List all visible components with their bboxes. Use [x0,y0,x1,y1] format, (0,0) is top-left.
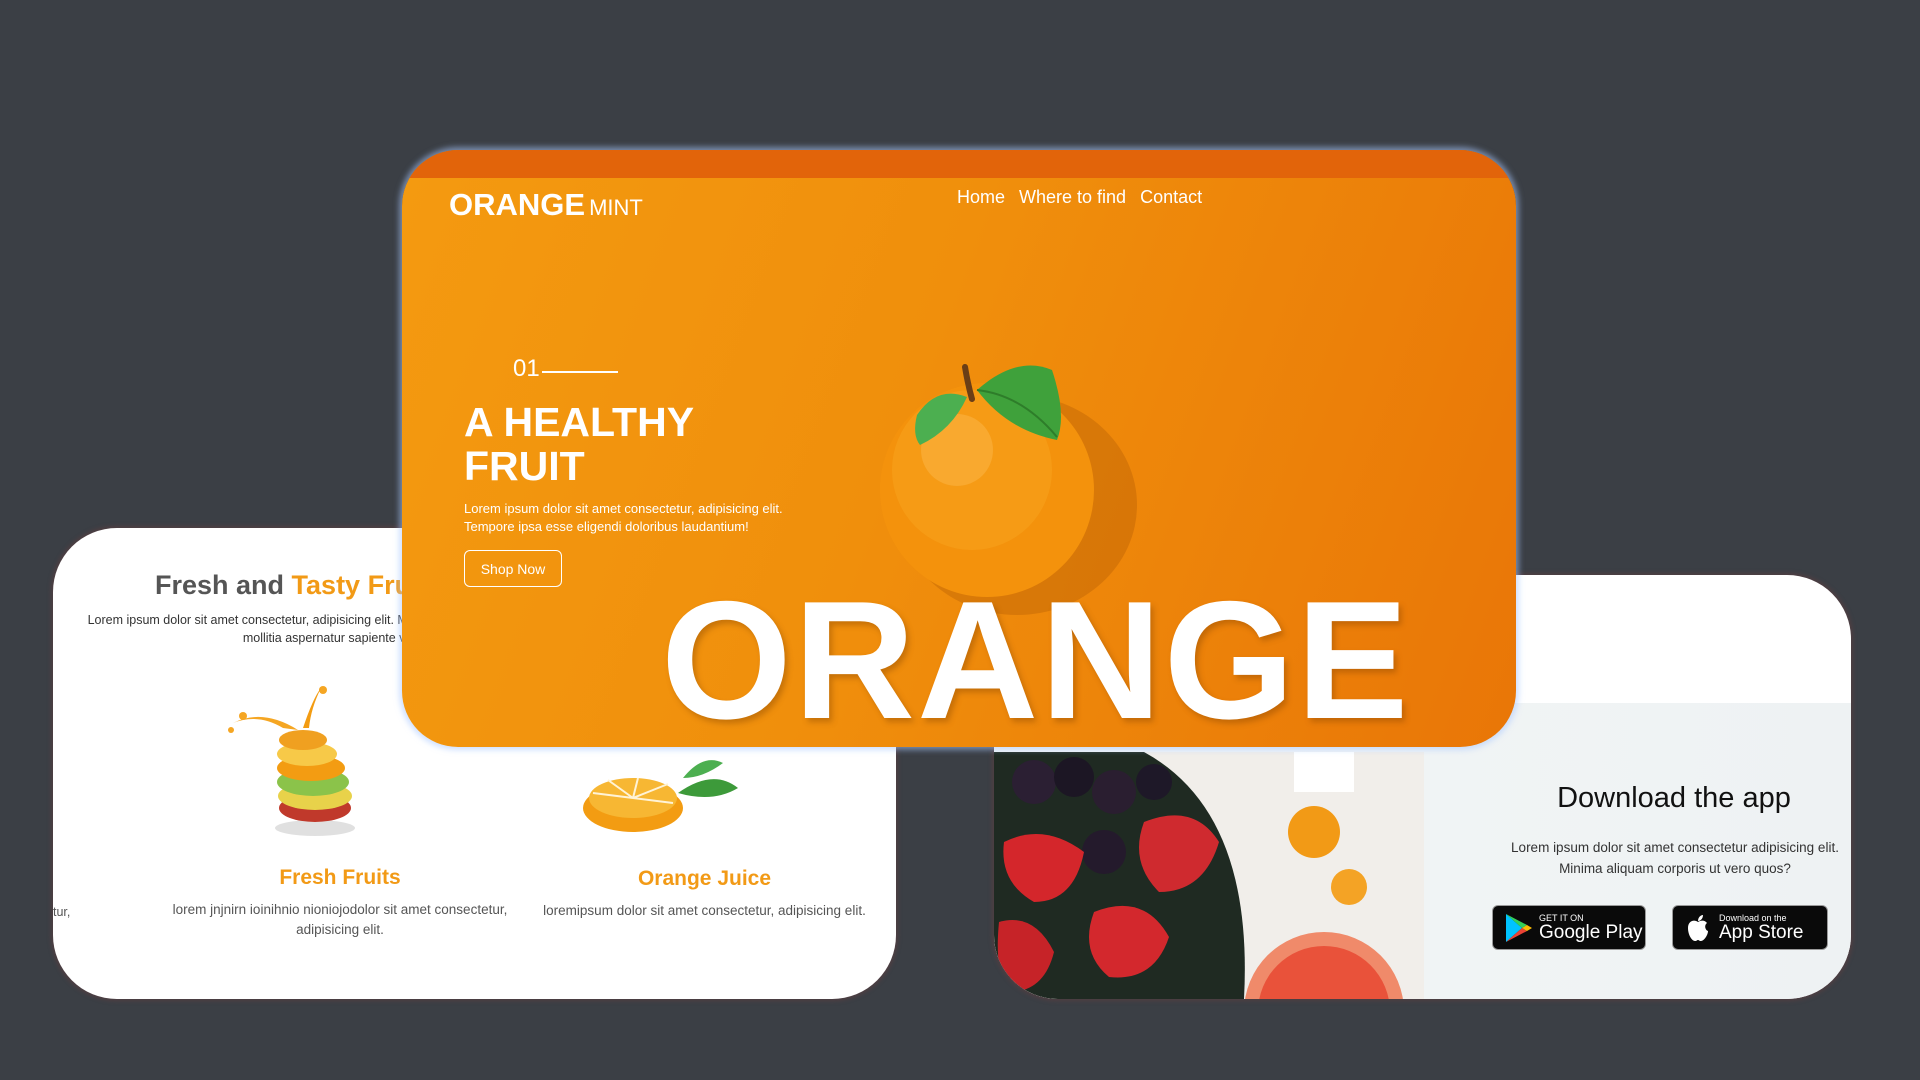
slide-number-value: 01 [513,355,540,382]
shop-now-button[interactable]: Shop Now [464,550,562,587]
main-nav: Home Where to find Contact [957,187,1202,208]
google-play-small: GET IT ON [1539,912,1584,923]
download-text: Lorem ipsum dolor sit amet consectetur a… [1511,840,1839,876]
download-title: Download the app [1557,782,1791,814]
cut-off-text: tur, [53,905,71,919]
feature-desc: lorem jnjnirn ioinihnio nioniojodolor si… [172,902,508,937]
heading-part-1: Fresh and [155,570,285,600]
app-store-button[interactable]: Download on the App Store [1672,905,1828,950]
feature-orange-juice: Orange Juice loremipsum dolor sit amet c… [521,867,888,921]
app-store-big: App Store [1719,921,1804,943]
google-play-big: Google Play [1539,921,1643,943]
feature-fresh-fruits: Fresh Fruits lorem jnjnirn ioinihnio nio… [148,866,532,940]
site-logo[interactable]: ORANGE MINT [449,187,643,223]
section-heading: Fresh and Tasty Fruit [155,570,428,601]
feature-title: Orange Juice [637,867,772,890]
logo-light: MINT [589,195,643,220]
google-play-icon [1506,913,1532,942]
nav-home[interactable]: Home [957,187,1005,208]
sliced-fruit-image [228,686,355,836]
app-store-small: Download on the [1719,912,1787,923]
nav-contact[interactable]: Contact [1140,187,1202,208]
hero-top-bar [402,150,1516,178]
hero-text: Lorem ipsum dolor sit amet consectetur, … [464,501,783,534]
feature-title: Fresh Fruits [279,866,401,889]
google-play-button[interactable]: GET IT ON Google Play [1492,905,1646,950]
nav-where-to-find[interactable]: Where to find [1019,187,1126,208]
hero-title: A HEALTHY FRUIT [464,399,694,489]
logo-bold: ORANGE [449,187,586,222]
slide-number-underline [541,371,618,373]
slide-number: 01 [513,355,618,383]
big-orange-word: ORANGE [661,566,1411,747]
apple-icon [1688,914,1708,941]
hero-card: ORANGE MINT Home Where to find Contact 01… [402,150,1516,747]
berries-image [994,752,1424,999]
feature-desc: loremipsum dolor sit amet consectetur, a… [543,903,866,918]
